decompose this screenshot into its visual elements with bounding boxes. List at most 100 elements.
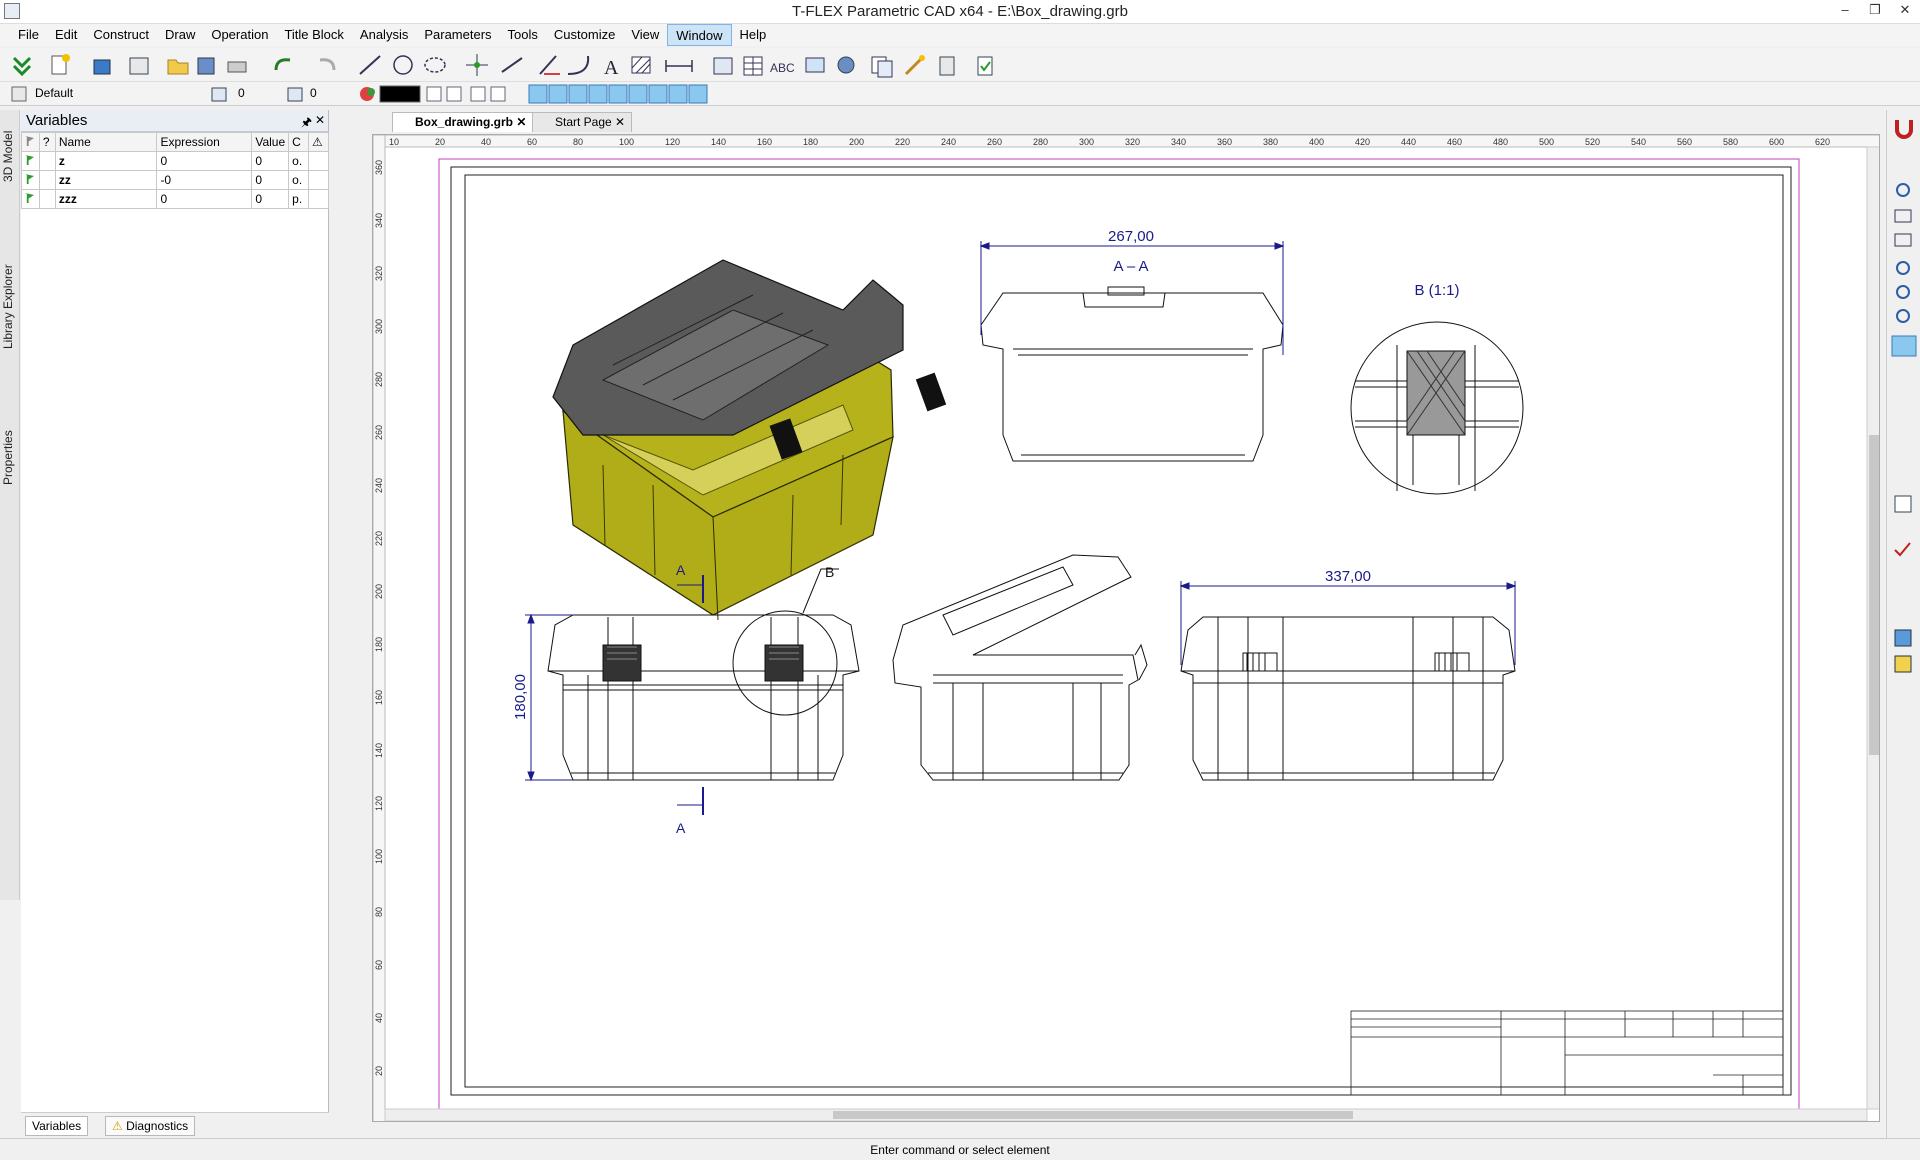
menu-edit[interactable]: Edit (47, 24, 85, 46)
snap-icons[interactable] (426, 84, 708, 104)
menu-operation[interactable]: Operation (203, 24, 276, 46)
open-icon[interactable] (129, 57, 149, 75)
snap-mode-icon[interactable] (1891, 335, 1917, 357)
menu-draw[interactable]: Draw (157, 24, 203, 46)
priority-icon[interactable] (287, 87, 303, 102)
close-tab-icon[interactable]: ✕ (516, 115, 526, 129)
table-row[interactable]: zzz 0 0 p. (21, 189, 329, 209)
wizard-icon[interactable] (904, 55, 925, 76)
view-icon[interactable] (713, 57, 733, 75)
right-toolbar-icons (1891, 120, 1917, 673)
ruler-label: 40 (481, 137, 491, 147)
table-icon[interactable] (743, 56, 763, 76)
fillet-icon[interactable] (567, 55, 590, 75)
tab-properties[interactable]: Properties (1, 418, 19, 498)
variable-expression[interactable]: 0 (156, 151, 253, 171)
zoom-window-icon[interactable] (1894, 209, 1912, 223)
right-toolbar (1886, 110, 1920, 1138)
pan-icon[interactable] (1896, 309, 1910, 323)
node-icon[interactable] (466, 54, 488, 76)
column-name[interactable]: Name (54, 132, 158, 152)
zoom-all-icon[interactable] (1894, 233, 1912, 247)
level-value[interactable]: 0 (238, 86, 245, 100)
menu-help[interactable]: Help (732, 24, 775, 46)
close-panel-icon[interactable]: ✕ (315, 113, 325, 127)
drawing-canvas[interactable]: 10 20 40 60 80 100 120 140 160 180 200 220 240 260 280… (372, 134, 1880, 1122)
hatch-icon[interactable] (631, 56, 651, 74)
save-icon[interactable] (197, 57, 215, 75)
drawing-svg[interactable]: 10 20 40 60 80 100 120 140 160 180 200 220 240 260 280… (373, 135, 1880, 1122)
zoom-next-icon[interactable] (1896, 285, 1910, 299)
column-expression[interactable]: Expression (156, 132, 253, 152)
calculator-icon[interactable] (939, 56, 955, 76)
table-row[interactable]: zz -0 0 o. (21, 170, 329, 190)
minimize-button[interactable]: – (1830, 0, 1860, 24)
grid-icon[interactable] (1894, 495, 1912, 513)
priority-value[interactable]: 0 (310, 86, 317, 100)
layer-name[interactable]: Default (35, 86, 73, 100)
menu-title-block[interactable]: Title Block (276, 24, 351, 46)
menu-analysis[interactable]: Analysis (352, 24, 416, 46)
variable-name[interactable]: zzz (54, 189, 158, 209)
menu-construct[interactable]: Construct (85, 24, 157, 46)
tab-start-page[interactable]: Start Page ✕ (532, 112, 633, 132)
variable-expression[interactable]: 0 (156, 189, 253, 209)
image-icon[interactable] (805, 57, 825, 73)
table-row[interactable]: z 0 0 o. (21, 151, 329, 171)
close-button[interactable]: ✕ (1890, 0, 1920, 24)
undo-icon[interactable] (274, 58, 291, 71)
color-swatch[interactable] (379, 85, 421, 103)
flag-column-header[interactable] (21, 132, 40, 152)
line-icon[interactable] (359, 55, 381, 75)
menu-window[interactable]: Window (667, 24, 732, 46)
column-c[interactable]: C (288, 132, 310, 152)
tab-3d-model[interactable]: 3D Model (1, 116, 19, 196)
cube-icon[interactable] (1894, 629, 1912, 647)
variable-value: 0 (251, 189, 290, 209)
magnet-icon[interactable] (1895, 120, 1913, 139)
confirm-icon[interactable] (12, 56, 32, 77)
close-tab-icon[interactable]: ✕ (615, 115, 625, 129)
settings-icon[interactable] (837, 56, 855, 74)
redo-icon[interactable] (319, 58, 336, 71)
construction-icon[interactable] (501, 57, 523, 73)
print-icon[interactable] (227, 61, 247, 73)
menu-customize[interactable]: Customize (546, 24, 623, 46)
restore-button[interactable]: ❐ (1860, 0, 1890, 24)
vertical-scroll-thumb[interactable] (1869, 435, 1879, 755)
menu-file[interactable]: File (10, 24, 47, 46)
menu-parameters[interactable]: Parameters (416, 24, 499, 46)
check-icon[interactable] (1894, 542, 1911, 557)
horizontal-scroll-thumb[interactable] (833, 1111, 1353, 1119)
sketch-icon[interactable] (539, 55, 560, 75)
copy-icon[interactable] (871, 56, 893, 78)
menu-view[interactable]: View (623, 24, 667, 46)
pin-icon[interactable]: 🖈 (301, 113, 312, 134)
tab-box-drawing[interactable]: Box_drawing.grb ✕ (392, 112, 534, 132)
tab-diagnostics[interactable]: ⚠ Diagnostics (105, 1116, 196, 1136)
layer-cube-icon[interactable] (1894, 655, 1912, 673)
ruler-label: 500 (1539, 137, 1554, 147)
folder-open-icon[interactable] (167, 59, 189, 75)
variable-name[interactable]: zz (54, 170, 158, 190)
warning-icon[interactable]: ⚠ (308, 132, 329, 152)
new-file-icon[interactable] (51, 54, 70, 75)
text-edit-icon[interactable]: ABC (770, 61, 795, 75)
circle-icon[interactable] (393, 55, 413, 75)
column-help[interactable]: ? (38, 132, 56, 152)
variable-name[interactable]: z (54, 151, 158, 171)
text-icon[interactable]: A (604, 57, 619, 79)
level-icon[interactable] (211, 87, 227, 102)
menu-tools[interactable]: Tools (500, 24, 546, 46)
check-document-icon[interactable] (977, 56, 993, 76)
ellipse-icon[interactable] (424, 57, 446, 73)
column-value[interactable]: Value (251, 132, 290, 152)
tab-variables[interactable]: Variables (25, 1116, 89, 1136)
tab-library-explorer[interactable]: Library Explorer (1, 202, 19, 412)
zoom-previous-icon[interactable] (1896, 261, 1910, 275)
new-3d-icon[interactable] (93, 59, 111, 75)
layer-icon[interactable] (11, 86, 27, 102)
zoom-in-icon[interactable] (1896, 183, 1910, 197)
variable-expression[interactable]: -0 (156, 170, 253, 190)
dimension-icon[interactable] (665, 60, 693, 72)
